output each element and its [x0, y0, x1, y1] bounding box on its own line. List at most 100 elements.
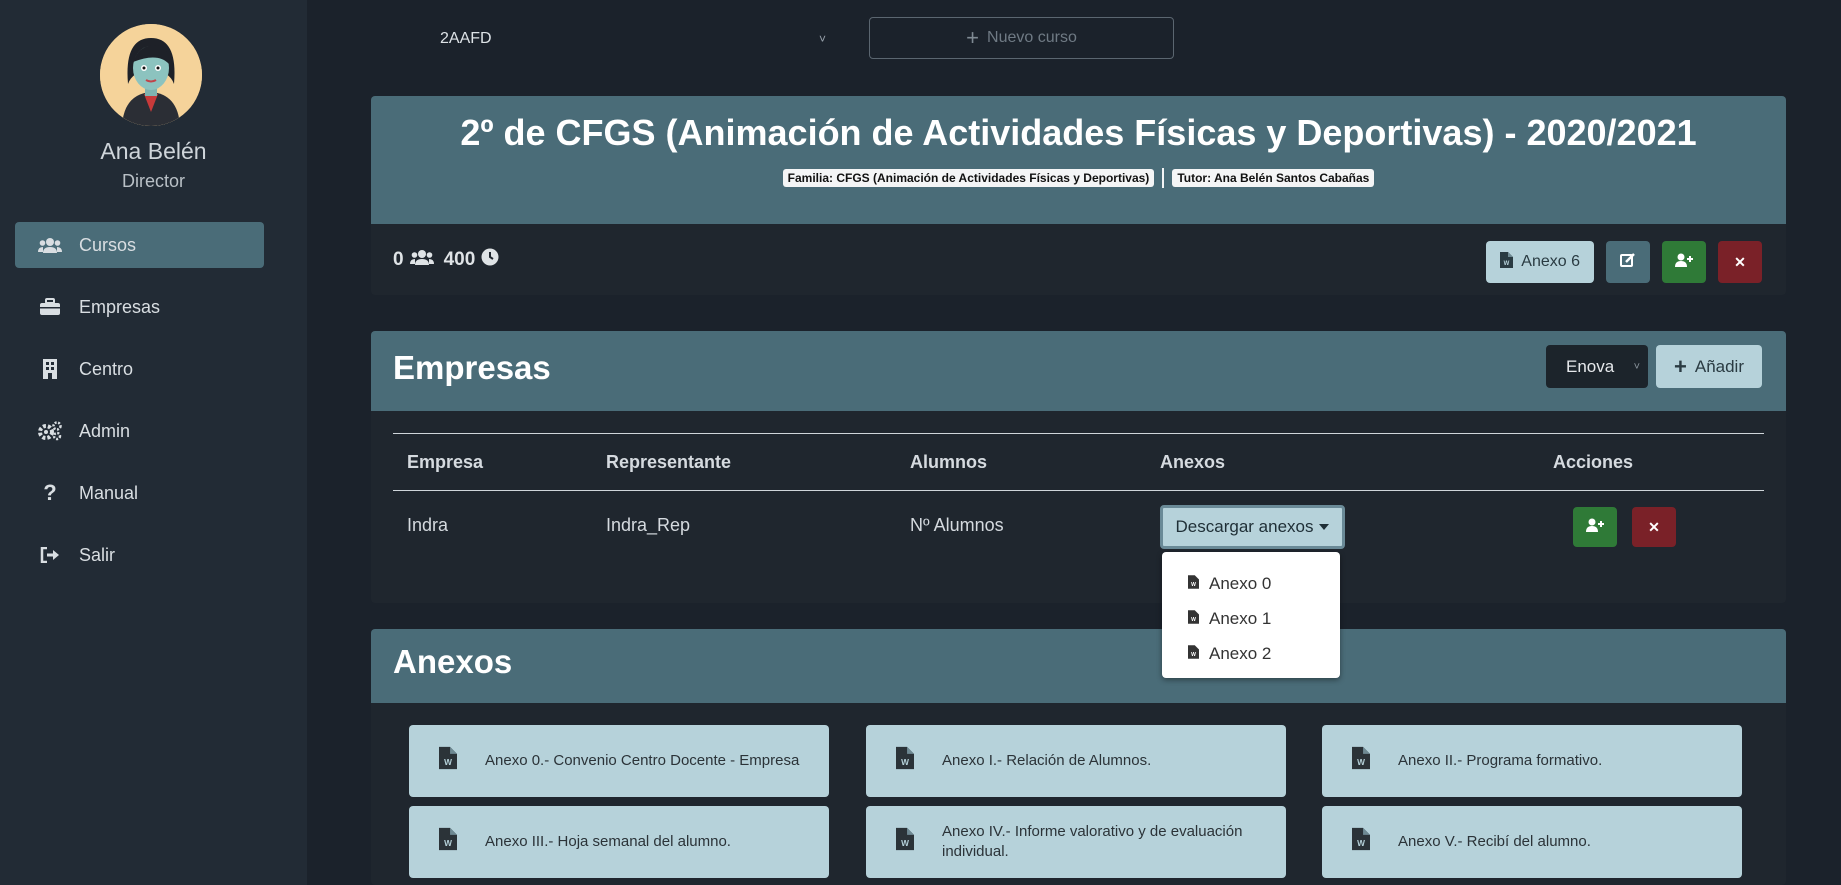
sidebar-item-admin[interactable]: Admin — [15, 408, 264, 454]
sidebar-item-label: Manual — [79, 482, 139, 503]
course-stats: 0 400 — [393, 248, 499, 272]
caret-down-icon — [1319, 524, 1330, 530]
anexo6-button[interactable]: W Anexo 6 — [1486, 241, 1594, 283]
svg-text:W: W — [1504, 261, 1510, 267]
anexo-tile[interactable]: W Anexo 0.- Convenio Centro Docente - Em… — [409, 725, 829, 797]
sign-out-icon — [37, 545, 63, 565]
file-word-icon: W — [896, 746, 914, 776]
assign-student-button[interactable] — [1573, 507, 1617, 547]
download-anexos-label: Descargar anexos — [1175, 517, 1314, 536]
row-actions: ✕ — [1573, 507, 1676, 547]
table-header: Empresa Representante Alumnos Anexos Acc… — [393, 433, 1764, 491]
chevron-down-icon: ˅ — [818, 32, 826, 46]
close-icon: ✕ — [1734, 253, 1746, 270]
empresas-title: Empresas — [393, 349, 551, 386]
empresas-header: Empresas Enova ˅ + Añadir — [371, 331, 1786, 411]
dropdown-item-anexo-0[interactable]: W Anexo 0 — [1162, 566, 1340, 601]
column-header-empresa: Empresa — [407, 452, 484, 472]
anexos-title: Anexos — [393, 643, 513, 680]
cell-representante: Indra_Rep — [606, 515, 691, 535]
empresas-card: Empresas Enova ˅ + Añadir Empresa Repres… — [371, 331, 1786, 603]
sidebar-item-salir[interactable]: Salir — [15, 532, 264, 578]
svg-text:W: W — [1191, 582, 1196, 588]
file-word-icon: W — [1188, 574, 1199, 594]
file-word-icon: W — [1500, 251, 1514, 273]
file-word-icon: W — [439, 827, 457, 857]
sidebar: Ana Belén Director Cursos Empresas Centr… — [0, 0, 307, 885]
edit-course-button[interactable] — [1606, 241, 1650, 283]
plus-icon: + — [966, 25, 980, 50]
sidebar-item-label: Centro — [79, 358, 134, 379]
building-icon — [37, 359, 63, 379]
svg-text:W: W — [901, 757, 909, 767]
anexo-tile[interactable]: W Anexo I.- Relación de Alumnos. — [866, 725, 1286, 797]
course-select-value: 2AAFD — [440, 30, 492, 47]
question-icon: ? — [43, 480, 57, 505]
column-header-representante: Representante — [606, 452, 732, 472]
anexo-tile[interactable]: W Anexo II.- Programa formativo. — [1322, 725, 1742, 797]
tutor-badge: Tutor: Ana Belén Santos Cabañas — [1172, 169, 1375, 187]
dropdown-item-label: Anexo 1 — [1209, 608, 1272, 628]
user-role: Director — [121, 171, 185, 191]
anexo-tile-label: Anexo IV.- Informe valorativo y de evalu… — [942, 823, 1243, 860]
anexo-tile[interactable]: W Anexo IV.- Informe valorativo y de eva… — [866, 806, 1286, 878]
anexos-header: Anexos — [371, 629, 1786, 703]
file-word-icon: W — [1352, 827, 1370, 857]
dropdown-item-anexo-2[interactable]: W Anexo 2 — [1162, 636, 1340, 671]
new-course-label: Nuevo curso — [987, 29, 1077, 46]
cogs-icon — [37, 421, 63, 441]
course-card: 2º de CFGS (Animación de Actividades Fís… — [371, 96, 1786, 295]
sidebar-item-centro[interactable]: Centro — [15, 346, 264, 392]
anexo-tile-label: Anexo 0.- Convenio Centro Docente - Empr… — [485, 752, 800, 769]
svg-text:W: W — [444, 757, 452, 767]
dropdown-item-label: Anexo 2 — [1209, 643, 1272, 663]
empresas-table: Empresa Representante Alumnos Anexos Acc… — [393, 433, 1764, 565]
user-name: Ana Belén — [100, 138, 207, 164]
clock-icon — [481, 248, 499, 272]
sidebar-item-manual[interactable]: ? Manual — [15, 470, 264, 516]
sidebar-item-label: Admin — [79, 420, 131, 441]
column-header-acciones: Acciones — [1553, 452, 1634, 472]
anexo-tile[interactable]: W Anexo III.- Hoja semanal del alumno. — [409, 806, 829, 878]
svg-text:W: W — [1191, 652, 1196, 658]
svg-text:W: W — [1357, 757, 1365, 767]
delete-course-button[interactable]: ✕ — [1718, 241, 1762, 283]
course-footer: 0 400 W Anexo 6 ✕ — [371, 224, 1786, 295]
course-select[interactable]: 2AAFD ˅ — [432, 22, 834, 56]
anexos-card: Anexos W Anexo 0.- Convenio Centro Docen… — [371, 629, 1786, 885]
anexo-tile[interactable]: W Anexo V.- Recibí del alumno. — [1322, 806, 1742, 878]
file-word-icon: W — [896, 827, 914, 857]
delete-empresa-button[interactable]: ✕ — [1632, 507, 1676, 547]
column-header-alumnos: Alumnos — [910, 452, 988, 472]
anexos-dropdown-menu: W Anexo 0 W Anexo 1 W Anexo 2 — [1162, 552, 1340, 678]
svg-text:W: W — [901, 838, 909, 848]
user-plus-icon — [1675, 253, 1693, 272]
empresa-select-value: Enova — [1566, 356, 1615, 376]
hours-count: 400 — [443, 249, 476, 270]
sidebar-item-label: Salir — [79, 544, 116, 565]
course-header: 2º de CFGS (Animación de Actividades Fís… — [371, 96, 1786, 224]
dropdown-item-anexo-1[interactable]: W Anexo 1 — [1162, 601, 1340, 636]
chevron-down-icon: ˅ — [1633, 360, 1640, 373]
students-count: 0 — [393, 249, 404, 270]
file-word-icon: W — [1352, 746, 1370, 776]
close-icon: ✕ — [1648, 518, 1660, 535]
sidebar-item-cursos[interactable]: Cursos — [15, 222, 264, 268]
sidebar-item-label: Empresas — [79, 296, 161, 317]
avatar — [100, 24, 202, 126]
new-course-button[interactable]: + Nuevo curso — [869, 17, 1174, 59]
anexo6-label: Anexo 6 — [1521, 253, 1580, 270]
users-icon — [409, 249, 434, 271]
download-anexos-dropdown[interactable]: Descargar anexos — [1160, 505, 1345, 549]
file-word-icon: W — [1188, 609, 1199, 629]
table-row: Indra Indra_Rep Nº Alumnos Descargar ane… — [393, 491, 1764, 565]
svg-text:W: W — [1191, 617, 1196, 623]
empresa-select[interactable]: Enova ˅ — [1546, 345, 1648, 388]
anexo-tile-label: Anexo I.- Relación de Alumnos. — [942, 752, 1152, 769]
svg-text:W: W — [1357, 838, 1365, 848]
plus-icon: + — [1674, 353, 1687, 379]
sidebar-item-empresas[interactable]: Empresas — [15, 284, 264, 330]
add-student-button[interactable] — [1662, 241, 1706, 283]
familia-badge: Familia: CFGS (Animación de Actividades … — [782, 169, 1155, 187]
add-empresa-button[interactable]: + Añadir — [1656, 345, 1762, 388]
